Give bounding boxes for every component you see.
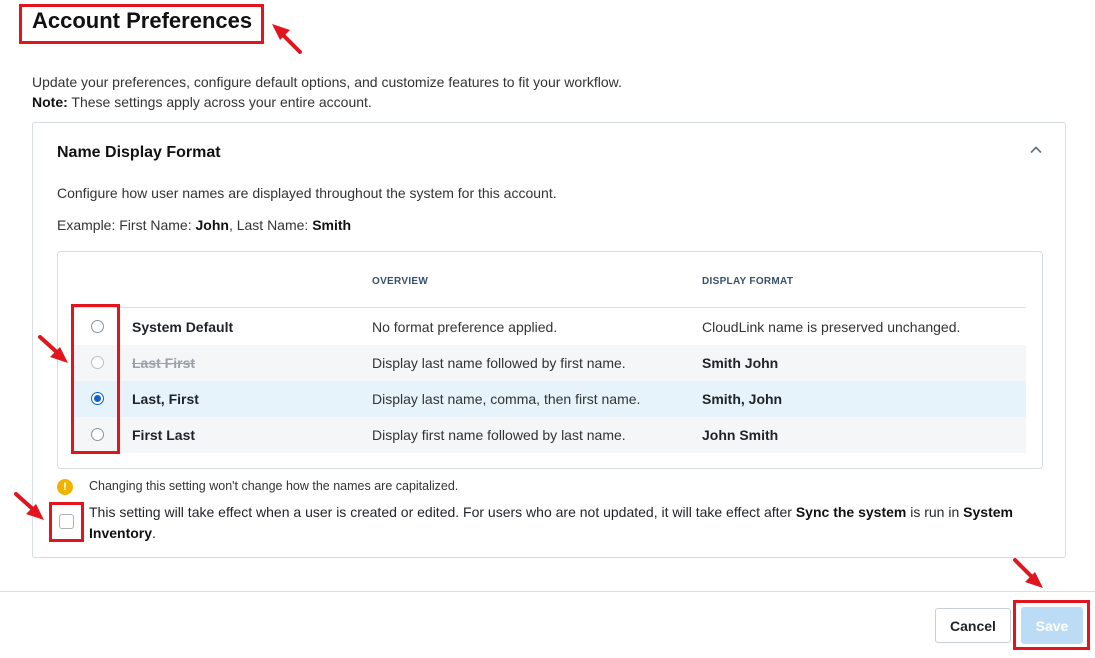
page-description: Update your preferences, configure defau… <box>32 72 622 112</box>
section-title: Name Display Format <box>57 144 221 161</box>
footer-divider <box>0 591 1095 592</box>
acknowledge-checkbox[interactable] <box>59 514 74 529</box>
note-label: Note: <box>32 94 68 110</box>
example-last: Smith <box>312 217 352 233</box>
radio-last-comma-first[interactable] <box>91 392 104 405</box>
note-text: These settings apply across your entire … <box>67 94 372 110</box>
option-name: Last First <box>132 355 196 371</box>
option-overview: Display first name followed by last name… <box>372 427 626 443</box>
example-first: John <box>195 217 229 233</box>
arrow-save <box>1013 558 1037 582</box>
checkbox-text-3: . <box>152 525 156 541</box>
option-name: First Last <box>132 427 196 443</box>
option-name: System Default <box>132 319 234 335</box>
option-overview: Display last name followed by first name… <box>372 355 626 371</box>
section-description: Configure how user names are displayed t… <box>57 185 557 201</box>
page-title: Account Preferences <box>32 8 253 33</box>
arrow-title <box>278 30 302 54</box>
arrowhead-save <box>1025 572 1043 588</box>
table-row[interactable]: System Default No format preference appl… <box>72 309 1026 345</box>
option-format: John Smith <box>702 427 779 443</box>
example-prefix: Example: First Name: <box>57 217 196 233</box>
example-text: Example: First Name: John, Last Name: Sm… <box>57 217 351 233</box>
capitalization-warning: Changing this setting won't change how t… <box>89 479 459 493</box>
checkbox-text-2: is run in <box>906 504 964 520</box>
checkbox-bold-1: Sync the system <box>795 504 907 520</box>
header-divider <box>72 307 1026 308</box>
column-header-overview: OVERVIEW <box>372 276 429 287</box>
option-name: Last, First <box>132 391 199 407</box>
note: Note: These settings apply across your e… <box>32 92 622 112</box>
chevron-up-icon[interactable] <box>1029 143 1043 157</box>
option-format: Smith John <box>702 355 779 371</box>
column-header-display-format: DISPLAY FORMAT <box>702 276 794 287</box>
checkbox-label: This setting will take effect when a use… <box>89 502 1029 544</box>
save-button[interactable]: Save <box>1021 607 1083 644</box>
arrowhead-title <box>272 24 290 40</box>
description-text: Update your preferences, configure defau… <box>32 74 622 90</box>
radio-first-last[interactable] <box>91 428 104 441</box>
option-overview: No format preference applied. <box>372 319 558 335</box>
warning-icon: ! <box>57 479 73 495</box>
option-overview: Display last name, comma, then first nam… <box>372 391 641 407</box>
format-table: OVERVIEW DISPLAY FORMAT System Default N… <box>57 251 1043 469</box>
cancel-button[interactable]: Cancel <box>935 608 1011 643</box>
option-format: Smith, John <box>702 391 783 407</box>
table-row: Last First Display last name followed by… <box>72 345 1026 381</box>
table-row[interactable]: Last, First Display last name, comma, th… <box>72 381 1026 417</box>
radio-last-first <box>91 356 104 369</box>
option-format: CloudLink name is preserved unchanged. <box>702 319 961 335</box>
checkbox-text-1: This setting will take effect when a use… <box>89 504 796 520</box>
radio-system-default[interactable] <box>91 320 104 333</box>
table-row[interactable]: First Last Display first name followed b… <box>72 417 1026 453</box>
example-middle: , Last Name: <box>228 217 313 233</box>
